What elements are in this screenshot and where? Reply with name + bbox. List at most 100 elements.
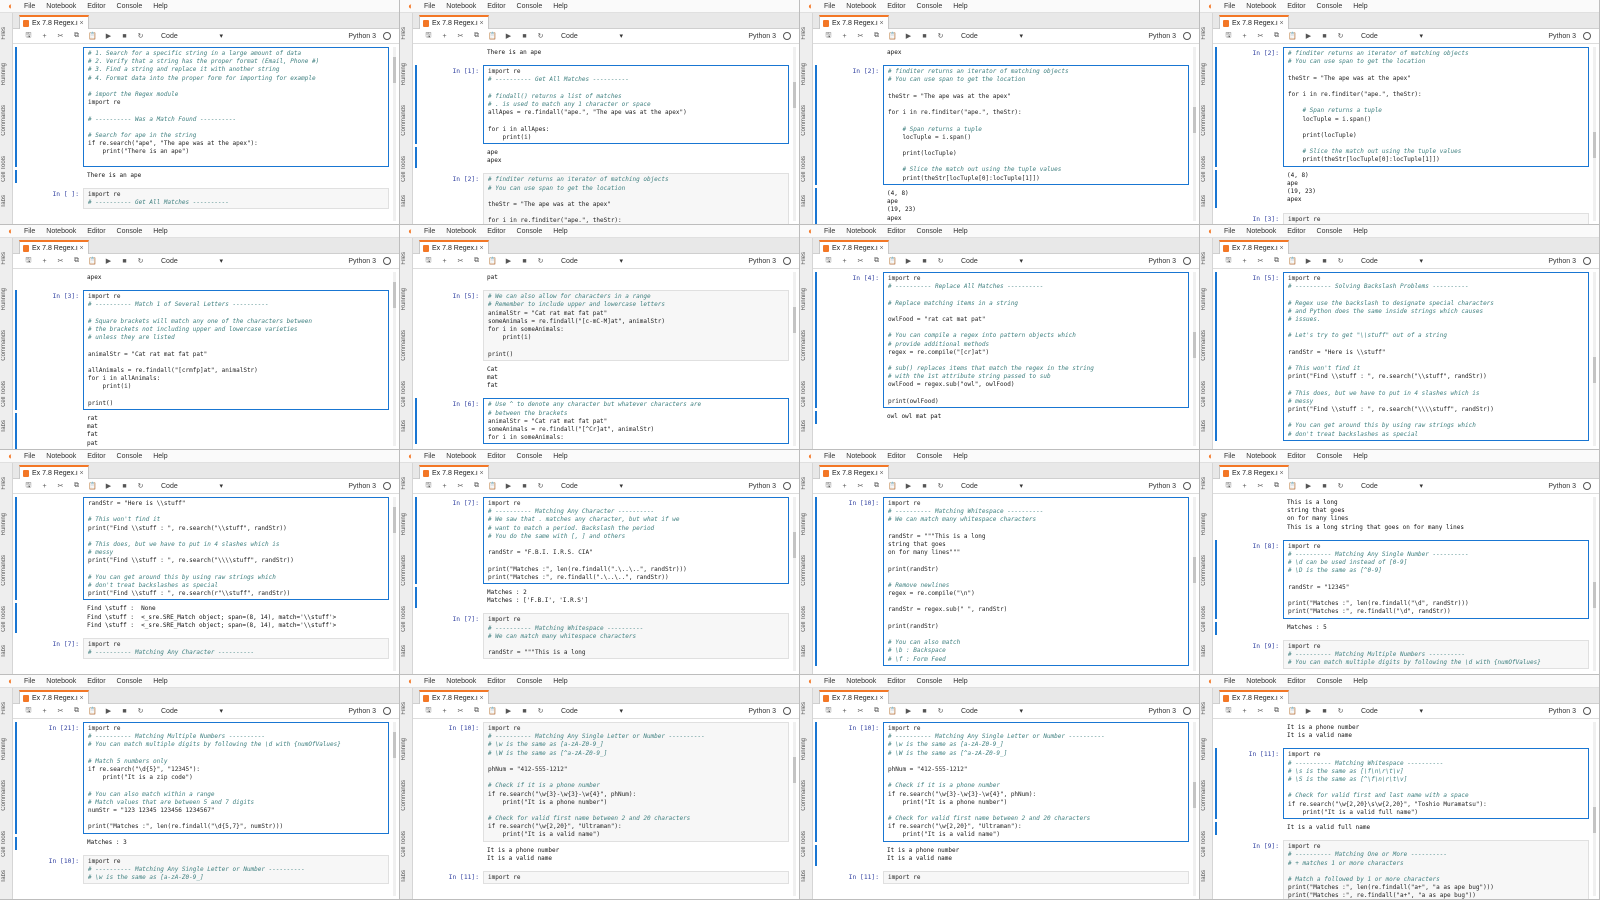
menu-console[interactable]: Console bbox=[917, 3, 943, 10]
kernel-name[interactable]: Python 3 bbox=[348, 483, 376, 490]
cell-collapser[interactable] bbox=[415, 65, 417, 144]
menu-console[interactable]: Console bbox=[117, 228, 143, 235]
code-cell[interactable]: In [11]: import re bbox=[813, 871, 1189, 885]
notebook-tab[interactable]: Ex 7.8 Regex.ip × bbox=[819, 15, 889, 29]
output-collapser[interactable] bbox=[415, 147, 417, 169]
sidebar-tab-files[interactable]: Files bbox=[801, 252, 812, 265]
menu-console[interactable]: Console bbox=[517, 453, 543, 460]
menu-editor[interactable]: Editor bbox=[87, 453, 105, 460]
menu-help[interactable]: Help bbox=[953, 228, 967, 235]
cell-collapser[interactable] bbox=[1215, 272, 1217, 441]
menu-file[interactable]: File bbox=[424, 3, 435, 10]
save-icon[interactable]: 🖫 bbox=[823, 481, 834, 492]
menu-help[interactable]: Help bbox=[953, 453, 967, 460]
sidebar-tab-running[interactable]: Running bbox=[1, 63, 12, 85]
stop-icon[interactable]: ■ bbox=[519, 33, 530, 40]
menu-notebook[interactable]: Notebook bbox=[446, 453, 476, 460]
copy-icon[interactable]: ⧉ bbox=[1271, 257, 1282, 265]
add-icon[interactable]: + bbox=[1239, 708, 1250, 715]
cell-editor[interactable]: import re # ---------- Matching One or Mo… bbox=[1283, 840, 1589, 899]
code-cell[interactable]: In [7]: import re # ---------- Matching Wh… bbox=[413, 613, 789, 660]
cut-icon[interactable]: ✂ bbox=[455, 482, 466, 490]
kernel-name[interactable]: Python 3 bbox=[348, 258, 376, 265]
code-cell[interactable]: In [10]: import re # ---------- Matching A… bbox=[13, 854, 389, 885]
menu-file[interactable]: File bbox=[424, 678, 435, 685]
restart-icon[interactable]: ↻ bbox=[535, 257, 546, 265]
paste-icon[interactable]: 📋 bbox=[487, 32, 498, 40]
restart-icon[interactable]: ↻ bbox=[935, 707, 946, 715]
cell-editor[interactable]: import re # ---------- Matching Whitespac… bbox=[483, 613, 789, 660]
menu-editor[interactable]: Editor bbox=[1287, 678, 1305, 685]
sidebar-tab-files[interactable]: Files bbox=[401, 702, 412, 715]
cut-icon[interactable]: ✂ bbox=[855, 707, 866, 715]
copy-icon[interactable]: ⧉ bbox=[871, 707, 882, 715]
add-icon[interactable]: + bbox=[1239, 33, 1250, 40]
close-icon[interactable]: × bbox=[478, 245, 485, 252]
cut-icon[interactable]: ✂ bbox=[55, 257, 66, 265]
paste-icon[interactable]: 📋 bbox=[887, 707, 898, 715]
menu-editor[interactable]: Editor bbox=[887, 3, 905, 10]
menu-file[interactable]: File bbox=[824, 228, 835, 235]
menu-editor[interactable]: Editor bbox=[887, 228, 905, 235]
kernel-name[interactable]: Python 3 bbox=[748, 33, 776, 40]
scrollbar-thumb[interactable] bbox=[1193, 332, 1196, 358]
sidebar-tab-running[interactable]: Running bbox=[401, 738, 412, 760]
paste-icon[interactable]: 📋 bbox=[87, 32, 98, 40]
sidebar-tab-tabs[interactable]: Tabs bbox=[801, 870, 812, 883]
menu-editor[interactable]: Editor bbox=[1287, 453, 1305, 460]
cell-type-select[interactable]: Code ▾ bbox=[161, 256, 223, 266]
menu-editor[interactable]: Editor bbox=[487, 228, 505, 235]
menu-help[interactable]: Help bbox=[553, 228, 567, 235]
cut-icon[interactable]: ✂ bbox=[855, 257, 866, 265]
save-icon[interactable]: 🖫 bbox=[23, 706, 34, 717]
cut-icon[interactable]: ✂ bbox=[455, 32, 466, 40]
sidebar-tab-tabs[interactable]: Tabs bbox=[1201, 420, 1212, 433]
scrollbar-thumb[interactable] bbox=[393, 507, 396, 533]
code-cell[interactable]: In [11]: import re # ---------- Matching W… bbox=[1213, 748, 1589, 819]
cell-collapser[interactable] bbox=[15, 855, 17, 885]
kernel-name[interactable]: Python 3 bbox=[1148, 258, 1176, 265]
restart-icon[interactable]: ↻ bbox=[135, 482, 146, 490]
code-cell[interactable]: In [ ]: import re # ---------- Get All Mat… bbox=[13, 188, 389, 210]
paste-icon[interactable]: 📋 bbox=[887, 32, 898, 40]
output-collapser[interactable] bbox=[815, 188, 817, 224]
code-cell[interactable]: randStr = "Here is \\stuff" # This won't … bbox=[13, 497, 389, 601]
sidebar-tab-running[interactable]: Running bbox=[801, 63, 812, 85]
sidebar-tab-files[interactable]: Files bbox=[401, 27, 412, 40]
vertical-scrollbar[interactable] bbox=[1593, 497, 1596, 671]
menu-help[interactable]: Help bbox=[153, 453, 167, 460]
cell-collapser[interactable] bbox=[15, 290, 17, 410]
cell-collapser[interactable] bbox=[1215, 640, 1217, 670]
vertical-scrollbar[interactable] bbox=[393, 722, 396, 896]
cell-editor[interactable]: import re # ---------- Matching Any Singl… bbox=[83, 854, 389, 885]
sidebar-tab-running[interactable]: Running bbox=[401, 63, 412, 85]
menu-console[interactable]: Console bbox=[917, 453, 943, 460]
kernel-name[interactable]: Python 3 bbox=[1148, 708, 1176, 715]
vertical-scrollbar[interactable] bbox=[793, 497, 796, 671]
scrollbar-thumb[interactable] bbox=[1593, 807, 1596, 833]
sidebar-tab-cell-tools[interactable]: Cell Tools bbox=[801, 606, 812, 632]
notebook-tab[interactable]: Ex 7.8 Regex.ip × bbox=[419, 15, 489, 29]
sidebar-tab-running[interactable]: Running bbox=[1, 738, 12, 760]
kernel-name[interactable]: Python 3 bbox=[1148, 33, 1176, 40]
sidebar-tab-tabs[interactable]: Tabs bbox=[1, 195, 12, 208]
cell-collapser[interactable] bbox=[15, 188, 17, 209]
cut-icon[interactable]: ✂ bbox=[1255, 707, 1266, 715]
vertical-scrollbar[interactable] bbox=[1193, 272, 1196, 446]
vertical-scrollbar[interactable] bbox=[1193, 497, 1196, 671]
save-icon[interactable]: 🖫 bbox=[1223, 481, 1234, 492]
restart-icon[interactable]: ↻ bbox=[1335, 707, 1346, 715]
sidebar-tab-files[interactable]: Files bbox=[801, 27, 812, 40]
notebook-tab[interactable]: Ex 7.8 Regex.ip × bbox=[19, 240, 89, 254]
sidebar-tab-commands[interactable]: Commands bbox=[1, 105, 12, 136]
paste-icon[interactable]: 📋 bbox=[87, 482, 98, 490]
run-icon[interactable]: ▶ bbox=[1303, 482, 1314, 490]
output-collapser[interactable] bbox=[415, 587, 417, 609]
restart-icon[interactable]: ↻ bbox=[1335, 257, 1346, 265]
cell-type-select[interactable]: Code ▾ bbox=[561, 31, 623, 41]
add-icon[interactable]: + bbox=[39, 33, 50, 40]
cell-type-select[interactable]: Code ▾ bbox=[161, 481, 223, 491]
save-icon[interactable]: 🖫 bbox=[423, 481, 434, 492]
close-icon[interactable]: × bbox=[478, 20, 485, 27]
sidebar-tab-commands[interactable]: Commands bbox=[1, 555, 12, 586]
